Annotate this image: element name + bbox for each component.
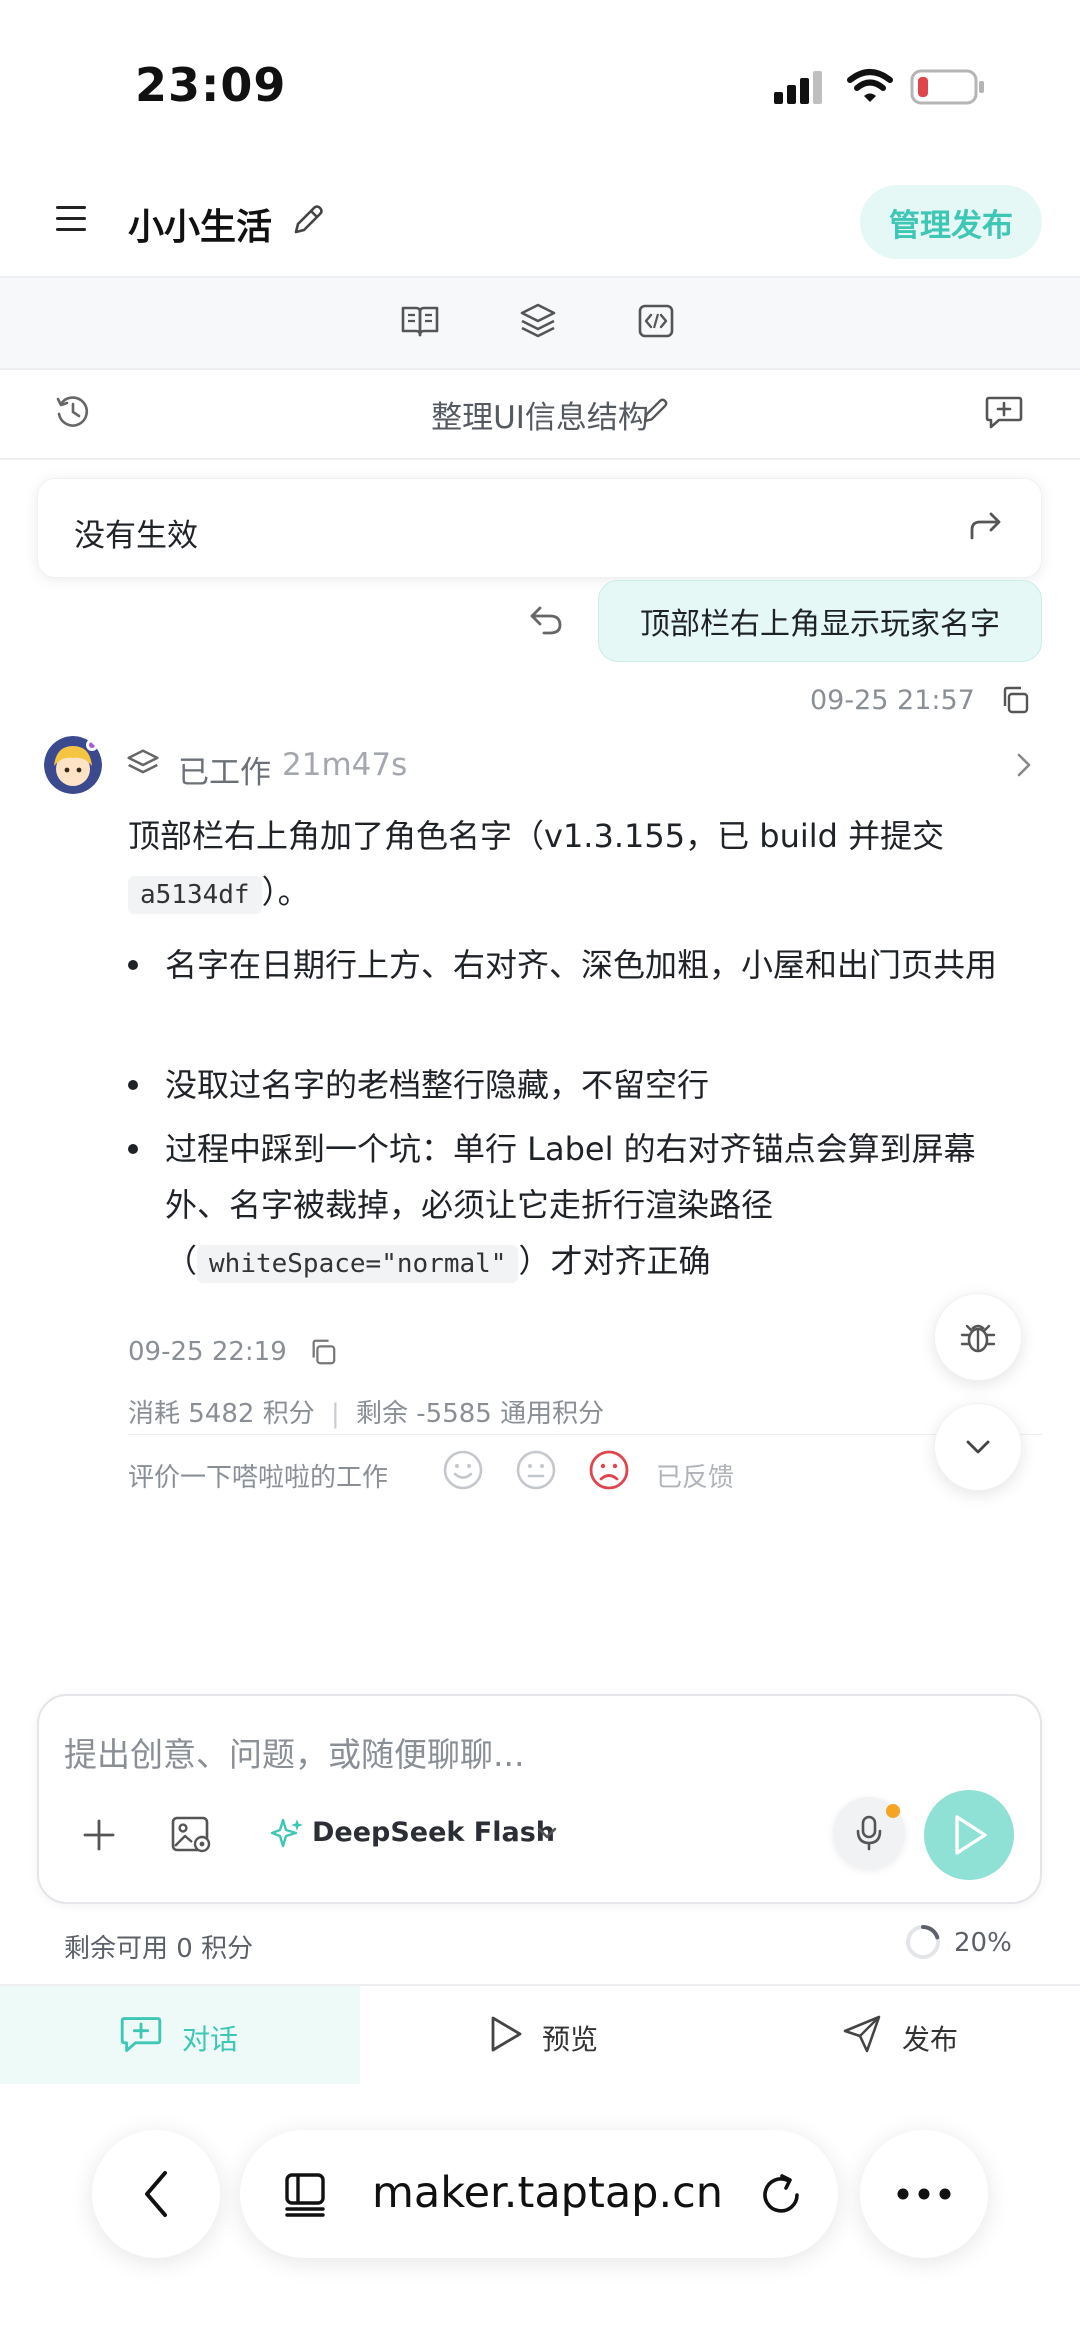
intro-text: 顶部栏右上角加了角色名字（v1.3.155，已 build 并提交 — [128, 817, 945, 855]
user-message-text: 顶部栏右上角显示玩家名字 — [640, 607, 1000, 642]
bullet-tail: ）才对齐正确 — [518, 1242, 711, 1280]
status-time: 23:09 — [135, 58, 287, 112]
tab-publish-label: 发布 — [902, 2023, 959, 2056]
browser-more-button[interactable] — [860, 2130, 988, 2258]
bullet-dot — [128, 960, 138, 970]
assistant-message-time: 09-25 22:19 — [128, 1337, 287, 1367]
happy-face-icon[interactable] — [442, 1449, 484, 1491]
paren-open: （ — [165, 1242, 198, 1280]
wifi-icon — [846, 66, 894, 106]
manage-publish-button[interactable]: 管理发布 — [860, 185, 1042, 259]
edit-title-icon[interactable] — [290, 202, 326, 238]
bullet-item: 没取过名字的老档整行隐藏，不留空行 — [165, 1066, 710, 1104]
bullet-dot — [128, 1080, 138, 1090]
toolbar-divider — [0, 368, 1080, 370]
feedback-status: 已反馈 — [656, 1463, 735, 1493]
chevron-left-icon — [141, 2169, 171, 2219]
edit-thread-icon[interactable] — [640, 396, 670, 426]
new-chat-icon[interactable] — [985, 394, 1023, 430]
layers-icon[interactable] — [519, 302, 557, 340]
tab-chat-label: 对话 — [182, 2023, 239, 2056]
meta-divider — [128, 1434, 1042, 1435]
assistant-message-intro: 顶部栏右上角加了角色名字（v1.3.155，已 build 并提交 a5134d… — [128, 808, 1028, 923]
sad-face-icon[interactable] — [588, 1449, 630, 1491]
image-settings-icon[interactable] — [171, 1815, 213, 1855]
intro-tail: ）。 — [261, 873, 310, 911]
tab-chat[interactable] — [0, 1986, 360, 2084]
thread-divider — [0, 458, 1080, 460]
more-dots-icon — [896, 2187, 952, 2201]
copy-icon[interactable] — [1000, 685, 1030, 715]
user-message-bubble[interactable]: 顶部栏右上角显示玩家名字 — [598, 580, 1042, 662]
chevron-down-icon — [963, 1437, 993, 1457]
separator: | — [330, 1399, 340, 1429]
bullet-item: 过程中踩到一个坑：单行 Label 的右对齐锚点会算到屏幕外、名字被裁掉，必须让… — [165, 1121, 1035, 1292]
tab-publish[interactable] — [720, 1986, 1080, 2084]
thread-title-text: 整理UI信息结构 — [431, 400, 649, 436]
debug-button[interactable] — [934, 1293, 1022, 1381]
chevron-down-icon[interactable] — [536, 1826, 558, 1842]
project-title: 小小生活 — [128, 207, 273, 248]
battery-icon — [910, 68, 986, 106]
worked-duration: 21m47s — [282, 747, 408, 783]
microphone-icon — [856, 1815, 882, 1851]
commit-hash: a5134df — [128, 876, 262, 914]
credits-consumed: 消耗 5482 积分 — [128, 1399, 315, 1429]
undo-icon[interactable] — [528, 604, 564, 636]
sparkle-icon — [270, 1816, 304, 1850]
cellular-signal-icon — [772, 70, 828, 106]
thread-title[interactable]: 整理UI信息结构 — [0, 392, 1080, 437]
recording-dot-icon — [886, 1804, 900, 1818]
browser-back-button[interactable] — [92, 2130, 220, 2258]
send-plane-icon — [842, 2014, 882, 2054]
chat-plus-icon — [120, 2014, 162, 2054]
bug-icon — [958, 1317, 998, 1357]
bullet-dot — [128, 1144, 138, 1154]
assistant-avatar — [44, 736, 102, 794]
rate-prompt: 评价一下嗒啦啦的工作 — [128, 1463, 389, 1493]
layers-icon — [126, 748, 160, 782]
tab-preview[interactable] — [360, 1986, 720, 2084]
credits-usage: 消耗 5482 积分 | 剩余 -5585 通用积分 — [128, 1393, 604, 1430]
menu-icon[interactable] — [56, 204, 88, 234]
context-progress-ring — [904, 1923, 942, 1961]
neutral-face-icon[interactable] — [515, 1449, 557, 1491]
model-selector[interactable]: DeepSeek Flash — [312, 1817, 555, 1848]
play-icon — [488, 2014, 524, 2054]
play-icon — [949, 1813, 989, 1857]
quoted-message-text: 没有生效 — [74, 518, 198, 554]
reload-icon[interactable] — [758, 2172, 804, 2218]
worked-label[interactable]: 已工作 — [178, 747, 271, 792]
book-icon[interactable] — [401, 304, 439, 338]
credits-remaining: 剩余 -5585 通用积分 — [356, 1399, 605, 1429]
tab-preview-label: 预览 — [542, 2023, 599, 2056]
bullet-item: 名字在日期行上方、右对齐、深色加粗，小屋和出门页共用 — [165, 946, 998, 984]
chat-input[interactable]: 提出创意、问题，或随便聊聊... — [64, 1728, 524, 1776]
plus-icon[interactable] — [82, 1818, 116, 1852]
reader-icon[interactable] — [284, 2172, 328, 2218]
context-percent: 20% — [954, 1928, 1012, 1958]
available-credits: 剩余可用 0 积分 — [64, 1934, 254, 1964]
url-text: maker.taptap.cn — [372, 2168, 724, 2218]
code-icon[interactable] — [638, 304, 674, 338]
forward-icon[interactable] — [968, 510, 1004, 542]
chat-composer — [37, 1694, 1042, 1904]
bullet-text: 过程中踩到一个坑：单行 Label 的右对齐锚点会算到屏幕外、名字被裁掉，必须让… — [165, 1130, 976, 1224]
user-message-time: 09-25 21:57 — [810, 685, 975, 716]
scroll-down-button[interactable] — [934, 1403, 1022, 1491]
copy-icon[interactable] — [309, 1338, 337, 1366]
send-button[interactable] — [924, 1790, 1014, 1880]
code-snippet: whiteSpace="normal" — [197, 1245, 519, 1283]
chevron-right-icon[interactable] — [1014, 752, 1034, 778]
